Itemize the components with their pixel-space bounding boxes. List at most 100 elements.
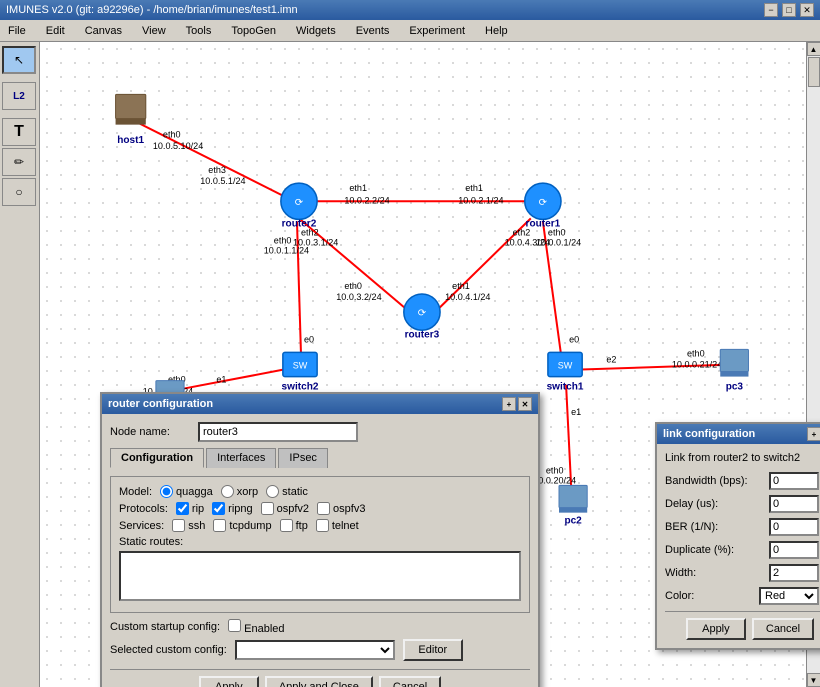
scroll-down-btn[interactable]: ▼ xyxy=(807,673,820,687)
svg-text:pc2: pc2 xyxy=(564,516,582,527)
router-config-close-btn[interactable]: ✕ xyxy=(518,397,532,411)
node-name-label: Node name: xyxy=(110,426,190,438)
ber-label: BER (1/N): xyxy=(665,521,765,533)
node-name-input[interactable] xyxy=(198,422,358,442)
link-config-min-btn[interactable]: + xyxy=(807,427,820,441)
svg-text:eth0: eth0 xyxy=(546,465,564,475)
link-apply-button[interactable]: Apply xyxy=(686,618,746,640)
bandwidth-input[interactable] xyxy=(769,472,819,490)
service-ssh-label[interactable]: ssh xyxy=(172,519,205,532)
static-routes-textarea[interactable] xyxy=(119,551,521,601)
duplicate-input[interactable] xyxy=(769,541,819,559)
svg-text:switch1: switch1 xyxy=(547,382,584,393)
link-config-dialog: link configuration + ✕ Link from router2… xyxy=(655,422,820,650)
select-tool[interactable]: ↖ xyxy=(2,46,36,74)
svg-text:10.0.3.2/24: 10.0.3.2/24 xyxy=(336,292,381,302)
tab-interfaces[interactable]: Interfaces xyxy=(206,448,276,468)
model-quagga-label[interactable]: quagga xyxy=(160,485,213,498)
tab-content-configuration: Model: quagga xorp static xyxy=(110,476,530,613)
svg-text:e0: e0 xyxy=(569,334,579,344)
editor-button[interactable]: Editor xyxy=(403,639,463,661)
svg-text:10.0.0.1/24: 10.0.0.1/24 xyxy=(536,238,581,248)
protocol-ripng-check[interactable] xyxy=(212,502,225,515)
svg-text:eth0: eth0 xyxy=(163,130,181,140)
router-config-title-bar[interactable]: router configuration + ✕ xyxy=(102,394,538,414)
svg-text:SW: SW xyxy=(558,361,573,371)
link-cancel-button[interactable]: Cancel xyxy=(752,618,814,640)
delay-input[interactable] xyxy=(769,495,819,513)
services-label: Services: xyxy=(119,520,164,532)
service-tcpdump-check[interactable] xyxy=(213,519,226,532)
menu-experiment[interactable]: Experiment xyxy=(405,24,469,38)
tab-configuration[interactable]: Configuration xyxy=(110,448,204,468)
svg-text:10.0.0.21/24: 10.0.0.21/24 xyxy=(672,360,722,370)
width-input[interactable] xyxy=(769,564,819,582)
protocol-ospfv2-label[interactable]: ospfv2 xyxy=(261,502,309,515)
node-name-row: Node name: xyxy=(110,422,530,442)
delay-label: Delay (us): xyxy=(665,498,765,510)
service-telnet-label[interactable]: telnet xyxy=(316,519,359,532)
menu-view[interactable]: View xyxy=(138,24,170,38)
scroll-up-btn[interactable]: ▲ xyxy=(807,42,820,56)
custom-startup-enabled-label[interactable]: Enabled xyxy=(228,619,284,635)
svg-text:eth0: eth0 xyxy=(274,236,292,246)
svg-text:eth0: eth0 xyxy=(687,348,705,358)
menu-help[interactable]: Help xyxy=(481,24,512,38)
scroll-thumb[interactable] xyxy=(808,57,820,87)
menu-edit[interactable]: Edit xyxy=(42,24,69,38)
router-config-title-btns: + ✕ xyxy=(502,397,532,411)
link-config-title-btns: + ✕ xyxy=(807,427,820,441)
service-ftp-label[interactable]: ftp xyxy=(280,519,308,532)
protocol-ripng-label[interactable]: ripng xyxy=(212,502,252,515)
link-config-title-bar[interactable]: link configuration + ✕ xyxy=(657,424,820,444)
link-tool[interactable]: L2 xyxy=(2,82,36,110)
apply-button[interactable]: Apply xyxy=(199,676,259,687)
svg-text:router2: router2 xyxy=(282,218,317,229)
tab-bar: Configuration Interfaces IPsec xyxy=(110,448,530,468)
svg-text:eth1: eth1 xyxy=(465,183,483,193)
model-xorp-label[interactable]: xorp xyxy=(221,485,258,498)
text-tool[interactable]: T xyxy=(2,118,36,146)
draw-tool[interactable]: ✏ xyxy=(2,148,36,176)
color-select[interactable]: Red Blue Green Black xyxy=(759,587,819,605)
selected-config-select[interactable] xyxy=(235,640,395,660)
ber-input[interactable] xyxy=(769,518,819,536)
menu-tools[interactable]: Tools xyxy=(182,24,216,38)
link-config-subtitle: Link from router2 to switch2 xyxy=(665,452,820,464)
minimize-button[interactable]: − xyxy=(764,3,778,17)
shape-tool[interactable]: ○ xyxy=(2,178,36,206)
protocol-rip-label[interactable]: rip xyxy=(176,502,204,515)
menu-topogen[interactable]: TopoGen xyxy=(227,24,280,38)
canvas-area[interactable]: eth0 10.0.5.10/24 eth3 10.0.5.1/24 eth1 … xyxy=(40,42,820,687)
custom-startup-label: Custom startup config: xyxy=(110,621,220,633)
router-config-min-btn[interactable]: + xyxy=(502,397,516,411)
menu-file[interactable]: File xyxy=(4,24,30,38)
protocol-rip-check[interactable] xyxy=(176,502,189,515)
service-telnet-check[interactable] xyxy=(316,519,329,532)
model-static-radio[interactable] xyxy=(266,485,279,498)
delay-row: Delay (us): ▲ ▼ xyxy=(665,495,820,513)
service-tcpdump-label[interactable]: tcpdump xyxy=(213,519,271,532)
tab-ipsec[interactable]: IPsec xyxy=(278,448,328,468)
close-button[interactable]: ✕ xyxy=(800,3,814,17)
menu-canvas[interactable]: Canvas xyxy=(81,24,126,38)
model-quagga-radio[interactable] xyxy=(160,485,173,498)
apply-close-button[interactable]: Apply and Close xyxy=(265,676,373,687)
svg-text:10.0.2.2/24: 10.0.2.2/24 xyxy=(344,195,389,205)
protocol-ospfv3-label[interactable]: ospfv3 xyxy=(317,502,365,515)
svg-text:eth3: eth3 xyxy=(208,165,226,175)
ber-row: BER (1/N): ▲ ▼ xyxy=(665,518,820,536)
svg-text:SW: SW xyxy=(293,361,308,371)
cancel-button[interactable]: Cancel xyxy=(379,676,441,687)
protocol-ospfv3-check[interactable] xyxy=(317,502,330,515)
model-static-label[interactable]: static xyxy=(266,485,308,498)
service-ssh-check[interactable] xyxy=(172,519,185,532)
router-config-title-label: router configuration xyxy=(108,398,213,410)
model-xorp-radio[interactable] xyxy=(221,485,234,498)
protocol-ospfv2-check[interactable] xyxy=(261,502,274,515)
menu-events[interactable]: Events xyxy=(352,24,394,38)
menu-widgets[interactable]: Widgets xyxy=(292,24,340,38)
custom-startup-enabled-check[interactable] xyxy=(228,619,241,632)
maximize-button[interactable]: □ xyxy=(782,3,796,17)
service-ftp-check[interactable] xyxy=(280,519,293,532)
